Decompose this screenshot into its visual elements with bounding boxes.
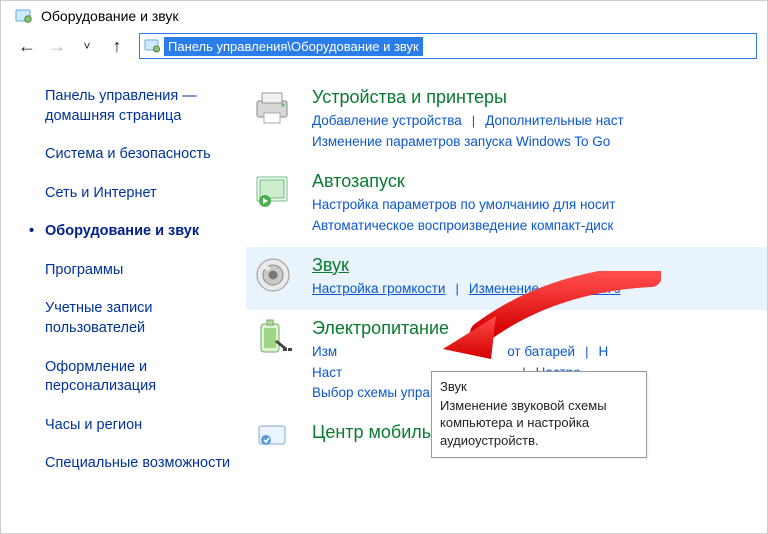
- link-autoplay-cd[interactable]: Автоматическое воспроизведение компакт-д…: [312, 216, 613, 237]
- sidebar: Панель управления — домашняя страница Си…: [1, 63, 246, 525]
- link-windows-to-go[interactable]: Изменение параметров запуска Windows To …: [312, 132, 610, 153]
- link-separator: |: [585, 342, 588, 363]
- address-bar[interactable]: Панель управления\Оборудование и звук: [139, 33, 757, 59]
- back-button[interactable]: ←: [15, 34, 39, 58]
- tooltip-body: Изменение звуковой схемы компьютера и на…: [440, 397, 638, 450]
- tooltip: Звук Изменение звуковой схемы компьютера…: [431, 371, 647, 458]
- window-title: Оборудование и звук: [41, 8, 179, 24]
- sidebar-item-appearance[interactable]: Оформление и персонализация: [45, 358, 236, 397]
- sidebar-item-hardware-sound[interactable]: Оборудование и звук: [45, 222, 236, 242]
- sidebar-item-accessibility[interactable]: Специальные возможности: [45, 454, 236, 474]
- speaker-icon: [252, 255, 296, 299]
- category-title-devices[interactable]: Устройства и принтеры: [312, 87, 757, 108]
- battery-plug-icon: [252, 318, 296, 362]
- link-separator: |: [472, 111, 475, 132]
- link-volume[interactable]: Настройка громкости: [312, 279, 445, 300]
- sidebar-item-programs[interactable]: Программы: [45, 261, 236, 281]
- control-panel-icon: [15, 7, 33, 25]
- printer-icon: [252, 87, 296, 131]
- link-autoplay-defaults[interactable]: Настройка параметров по умолчанию для но…: [312, 195, 615, 216]
- link-power-n[interactable]: Н: [598, 342, 608, 363]
- category-devices: Устройства и принтеры Добавление устройс…: [246, 79, 767, 163]
- tooltip-title: Звук: [440, 378, 638, 396]
- forward-button[interactable]: →: [45, 34, 69, 58]
- link-power-change[interactable]: Изм: [312, 342, 337, 363]
- link-power-battery[interactable]: от батарей: [507, 342, 575, 363]
- sidebar-item-accounts[interactable]: Учетные записи пользователей: [45, 299, 236, 338]
- titlebar: Оборудование и звук: [1, 1, 767, 29]
- category-title-sound[interactable]: Звук: [312, 255, 757, 276]
- category-sound[interactable]: Звук Настройка громкости | Изменение сис…: [246, 247, 767, 310]
- content: Панель управления — домашняя страница Си…: [1, 63, 767, 525]
- category-title-power-text: Электропитание: [312, 318, 449, 338]
- sidebar-item-network[interactable]: Сеть и Интернет: [45, 184, 236, 204]
- category-title-power[interactable]: Электропитание: [312, 318, 757, 339]
- nav-toolbar: ← → ˅ ↑ Панель управления\Оборудование и…: [1, 29, 767, 63]
- address-icon: [142, 35, 164, 57]
- link-power-nast[interactable]: Наст: [312, 363, 342, 384]
- category-title-autoplay[interactable]: Автозапуск: [312, 171, 757, 192]
- link-add-device[interactable]: Добавление устройства: [312, 111, 462, 132]
- link-system-sounds[interactable]: Изменение системных з: [469, 279, 621, 300]
- sidebar-item-system[interactable]: Система и безопасность: [45, 145, 236, 165]
- recent-dropdown-icon[interactable]: ˅: [75, 34, 99, 58]
- up-button[interactable]: ↑: [105, 34, 129, 58]
- autoplay-icon: [252, 171, 296, 215]
- sidebar-item-clock-region[interactable]: Часы и регион: [45, 416, 236, 436]
- address-text: Панель управления\Оборудование и звук: [164, 37, 423, 56]
- category-autoplay: Автозапуск Настройка параметров по умолч…: [246, 163, 767, 247]
- sidebar-item-home[interactable]: Панель управления — домашняя страница: [45, 87, 236, 126]
- link-separator: |: [455, 279, 458, 300]
- mobility-icon: [252, 422, 296, 466]
- link-more-settings[interactable]: Дополнительные наст: [485, 111, 624, 132]
